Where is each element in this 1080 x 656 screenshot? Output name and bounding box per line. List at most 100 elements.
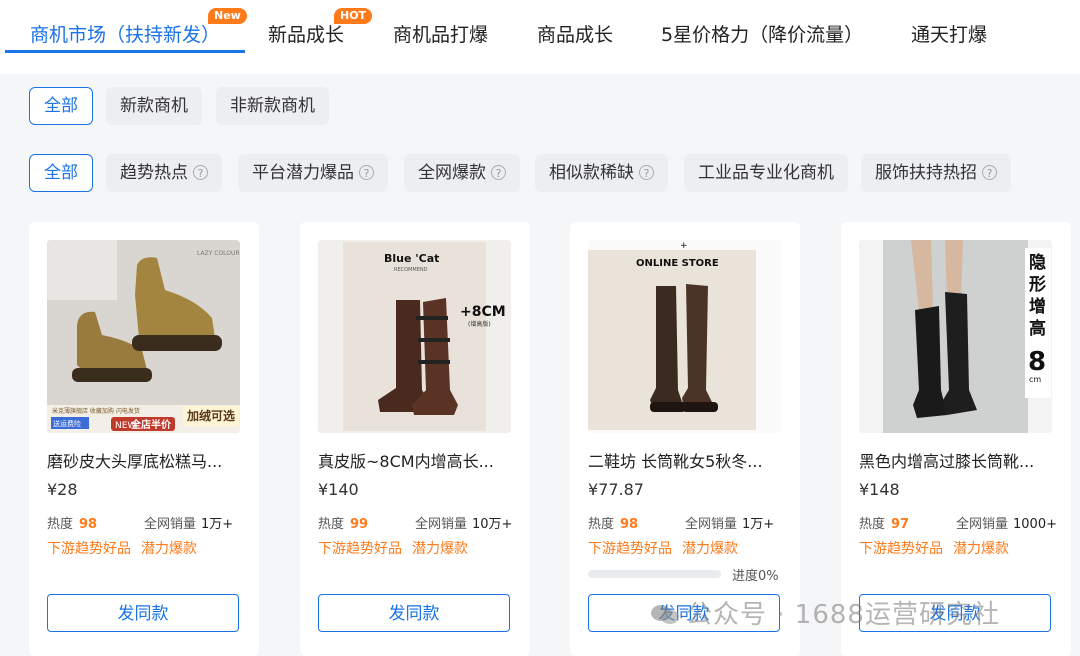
top-tab-bar: 商机市场（扶持新发） New 新品成长 HOT 商机品打爆 商品成长 5星价格力… xyxy=(0,0,1080,74)
category-industrial[interactable]: 工业品专业化商机 xyxy=(684,154,848,192)
image-promo: 加绒可选 xyxy=(186,408,235,423)
product-price: ¥140 xyxy=(318,480,359,499)
product-card[interactable]: Blue 'Cat RECOMMEND +8CM (增高版) 真皮版~8CM内增… xyxy=(300,222,530,656)
product-price: ¥77.87 xyxy=(588,480,644,499)
product-tags: 下游趋势好品 潜力爆款 xyxy=(859,538,1009,558)
category-label: 全部 xyxy=(44,163,78,183)
category-all[interactable]: 全部 xyxy=(29,154,93,192)
heat-value: 98 xyxy=(620,517,639,532)
tab-five-star-price[interactable]: 5星价格力（降价流量） xyxy=(661,20,863,47)
product-title[interactable]: 磨砂皮大头厚底松糕马... xyxy=(47,448,242,472)
product-stats: 热度 98 全网销量 1万+ xyxy=(588,513,788,532)
tag-potential-hit: 潜力爆款 xyxy=(953,541,1009,557)
product-stats: 热度 99 全网销量 10万+ xyxy=(318,513,518,532)
tab-tongtian-boost[interactable]: 通天打爆 xyxy=(911,20,987,47)
tag-trend-good: 下游趋势好品 xyxy=(588,541,672,557)
category-label: 全网爆款 xyxy=(418,163,486,183)
image-plus: + xyxy=(680,241,688,251)
product-image[interactable]: + ONLINE STORE xyxy=(588,240,781,433)
product-card[interactable]: 米克薄旗舰店 收藏加购 闪电发货 加绒可选 送运费险 NEW 全店半价 LAZY… xyxy=(29,222,259,656)
image-badge-strip: 米克薄旗舰店 收藏加购 闪电发货 xyxy=(52,407,140,415)
image-store: ONLINE STORE xyxy=(636,258,719,269)
sales-value: 1万+ xyxy=(201,517,234,532)
tab-opportunity-market[interactable]: 商机市场（扶持新发） xyxy=(30,20,220,47)
product-title[interactable]: 二鞋坊 长筒靴女5秋冬... xyxy=(588,448,783,472)
product-image[interactable]: 隐形增高 8 cm xyxy=(859,240,1052,433)
image-note: (增高版) xyxy=(468,320,491,328)
filter-non-new-opportunity[interactable]: 非新款商机 xyxy=(216,87,329,125)
tag-trend-good: 下游趋势好品 xyxy=(47,541,131,557)
new-badge: New xyxy=(208,8,247,24)
sales-value: 10万+ xyxy=(472,517,513,532)
product-tags: 下游趋势好品 潜力爆款 xyxy=(588,538,738,558)
product-tags: 下游趋势好品 潜力爆款 xyxy=(47,538,197,558)
image-height: +8CM xyxy=(460,304,506,320)
tag-potential-hit: 潜力爆款 xyxy=(141,541,197,557)
product-price: ¥148 xyxy=(859,480,900,499)
product-title[interactable]: 真皮版~8CM内增高长... xyxy=(318,448,513,472)
sales-label: 全网销量 xyxy=(415,517,468,532)
progress-track xyxy=(588,570,721,578)
category-label: 趋势热点 xyxy=(120,163,188,183)
category-similar-scarce[interactable]: 相似款稀缺? xyxy=(535,154,668,192)
product-title[interactable]: 黑色内增高过膝长筒靴... xyxy=(859,448,1054,472)
watermark-text: 公众号 · 1688运营研究社 xyxy=(686,600,1000,630)
tag-trend-good: 下游趋势好品 xyxy=(859,541,943,557)
product-tags: 下游趋势好品 潜力爆款 xyxy=(318,538,468,558)
active-tab-underline xyxy=(5,50,245,53)
heat-value: 99 xyxy=(350,517,369,532)
product-image[interactable]: 米克薄旗舰店 收藏加购 闪电发货 加绒可选 送运费险 NEW 全店半价 LAZY… xyxy=(47,240,240,433)
help-icon[interactable]: ? xyxy=(359,165,374,180)
sales-label: 全网销量 xyxy=(144,517,197,532)
tab-product-growth[interactable]: 商品成长 xyxy=(537,20,613,47)
tag-trend-good: 下游趋势好品 xyxy=(318,541,402,557)
category-label: 工业品专业化商机 xyxy=(698,163,834,183)
publish-same-button[interactable]: 发同款 xyxy=(318,594,510,632)
image-height-number: 8 xyxy=(1028,347,1046,377)
category-trend-hotspot[interactable]: 趋势热点? xyxy=(106,154,222,192)
publish-same-button[interactable]: 发同款 xyxy=(47,594,239,632)
image-brand: Blue 'Cat xyxy=(384,252,439,265)
progress-bar: 进度0% xyxy=(588,566,783,584)
help-icon[interactable]: ? xyxy=(193,165,208,180)
product-stats: 热度 98 全网销量 1万+ xyxy=(47,513,247,532)
category-label: 服饰扶持热招 xyxy=(875,163,977,183)
help-icon[interactable]: ? xyxy=(639,165,654,180)
product-price: ¥28 xyxy=(47,480,78,499)
progress-text: 进度0% xyxy=(732,569,779,584)
sales-value: 1万+ xyxy=(742,517,775,532)
tag-potential-hit: 潜力爆款 xyxy=(412,541,468,557)
image-discount: 全店半价 xyxy=(130,418,172,431)
product-card[interactable]: + ONLINE STORE 二鞋坊 长筒靴女5秋冬... ¥77.87 热度 9… xyxy=(570,222,800,656)
sales-label: 全网销量 xyxy=(685,517,738,532)
heat-label: 热度 xyxy=(588,517,615,532)
image-ship: 送运费险 xyxy=(53,419,81,428)
product-image[interactable]: Blue 'Cat RECOMMEND +8CM (增高版) xyxy=(318,240,511,433)
tab-opportunity-boost[interactable]: 商机品打爆 xyxy=(393,20,488,47)
category-label: 相似款稀缺 xyxy=(549,163,634,183)
category-label: 平台潜力爆品 xyxy=(252,163,354,183)
image-watermark: LAZY COLOUR xyxy=(197,250,240,257)
help-icon[interactable]: ? xyxy=(491,165,506,180)
image-height-unit: cm xyxy=(1029,375,1041,384)
image-sub: RECOMMEND xyxy=(394,267,428,273)
heat-label: 热度 xyxy=(47,517,74,532)
wechat-icon xyxy=(651,605,679,624)
hot-badge: HOT xyxy=(334,8,373,24)
sales-label: 全网销量 xyxy=(956,517,1009,532)
heat-label: 热度 xyxy=(859,517,886,532)
heat-value: 97 xyxy=(891,517,910,532)
tag-potential-hit: 潜力爆款 xyxy=(682,541,738,557)
product-stats: 热度 97 全网销量 1000+ xyxy=(859,513,1059,532)
filter-new-opportunity[interactable]: 新款商机 xyxy=(106,87,202,125)
help-icon[interactable]: ? xyxy=(982,165,997,180)
sales-value: 1000+ xyxy=(1013,517,1057,532)
category-network-hit[interactable]: 全网爆款? xyxy=(404,154,520,192)
tab-new-product-growth[interactable]: 新品成长 xyxy=(268,20,344,47)
category-apparel-support[interactable]: 服饰扶持热招? xyxy=(861,154,1011,192)
watermark: 公众号 · 1688运营研究社 xyxy=(650,594,1000,631)
category-platform-potential[interactable]: 平台潜力爆品? xyxy=(238,154,388,192)
product-card[interactable]: 隐形增高 8 cm 黑色内增高过膝长筒靴... ¥148 热度 97 全网销量 10… xyxy=(841,222,1071,656)
heat-label: 热度 xyxy=(318,517,345,532)
filter-all[interactable]: 全部 xyxy=(29,87,93,125)
